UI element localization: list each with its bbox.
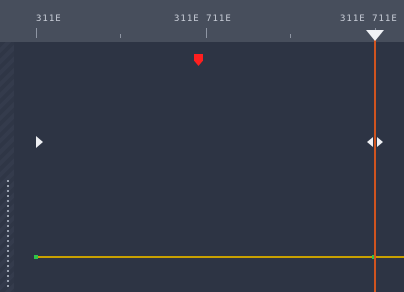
keyframe-point[interactable] bbox=[34, 255, 38, 259]
ruler-label-2: 311E 711E bbox=[174, 14, 232, 24]
keyframe-curve[interactable] bbox=[36, 256, 404, 258]
ruler-tick bbox=[36, 28, 37, 38]
triangle-right-icon[interactable] bbox=[36, 136, 43, 148]
ruler-tick bbox=[120, 34, 121, 38]
playhead-triangle-icon[interactable] bbox=[366, 30, 384, 41]
timeline-ruler[interactable]: 311E 311E 711E 311E 711E bbox=[0, 0, 404, 42]
ruler-label-3: 311E 711E bbox=[340, 14, 398, 24]
ruler-label-1: 311E bbox=[36, 14, 62, 24]
playhead-line[interactable] bbox=[374, 36, 376, 292]
resize-handle[interactable] bbox=[7, 180, 9, 290]
ruler-tick bbox=[290, 34, 291, 38]
ruler-tick bbox=[206, 28, 207, 38]
timeline-track-area[interactable] bbox=[0, 42, 404, 292]
